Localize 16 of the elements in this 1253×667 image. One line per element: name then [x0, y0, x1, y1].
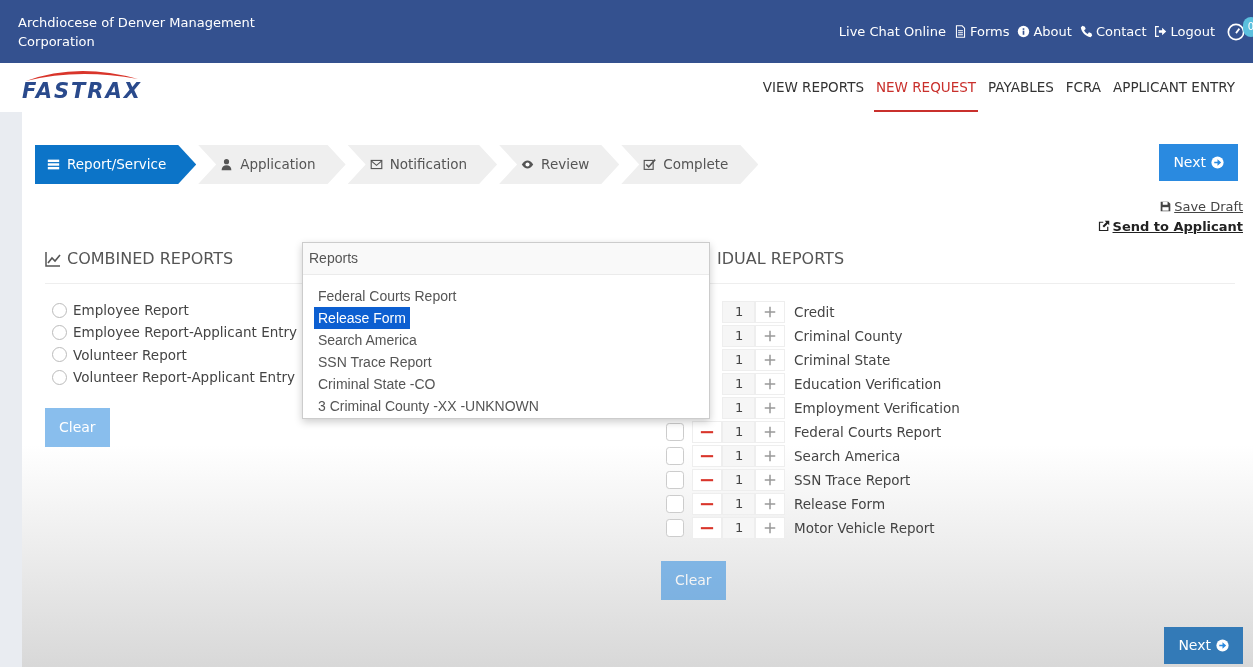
report-label: Federal Courts Report — [794, 422, 942, 442]
report-label: Criminal County — [794, 326, 903, 346]
report-label: Search America — [794, 446, 901, 466]
report-label: SSN Trace Report — [794, 470, 911, 490]
notification-badge: 0 — [1243, 16, 1253, 37]
popover-title: Reports — [303, 243, 709, 275]
report-label: Credit — [794, 302, 835, 322]
section-title: IDUAL REPORTS — [717, 248, 845, 270]
report-label: Employment Verification — [794, 398, 960, 418]
report-label: Criminal State — [794, 350, 891, 370]
report-label: Release Form — [794, 494, 886, 514]
report-label: Motor Vehicle Report — [794, 518, 935, 538]
logo: FASTRAX — [22, 77, 142, 105]
organization-name: Archdiocese of Denver Management Corporation — [18, 13, 256, 51]
section-title: COMBINED REPORTS — [67, 248, 234, 270]
report-label: Education Verification — [794, 374, 942, 394]
